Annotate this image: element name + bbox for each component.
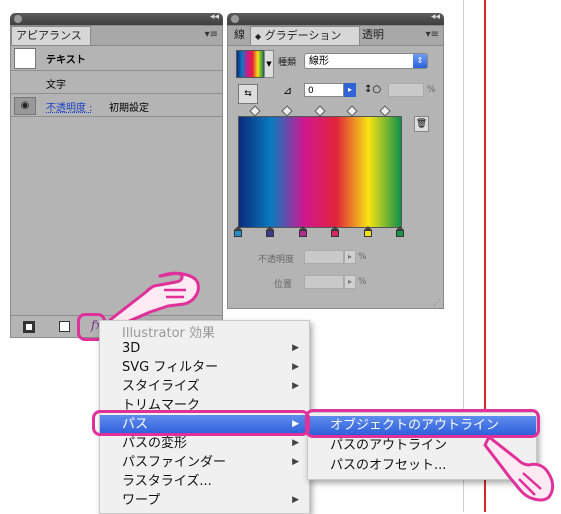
appearance-row-opacity[interactable]: ◉ 不透明度 : 初期設定 — [11, 94, 222, 117]
angle-icon: ⊿ — [283, 84, 293, 97]
appearance-row-label: 文字 — [46, 80, 66, 91]
menu-item[interactable]: 3D ▶ — [100, 339, 309, 358]
stop-location-input[interactable] — [304, 275, 344, 289]
pointing-hand-icon — [108, 271, 200, 326]
tab-appearance[interactable]: アピアランス — [11, 26, 91, 45]
panel-menu-icon[interactable]: ▾≡ — [205, 29, 218, 40]
opacity-label: 不透明度 — [258, 255, 295, 265]
pointing-hand-icon — [483, 435, 555, 502]
gradient-panel: 線 ◆ グラデーション 透明 ▾≡ ▼ 種類 線形 ⇕ ⇆ ⊿ 0 ▸ ↕○ %… — [227, 25, 444, 309]
menu-item-label: SVG フィルター — [122, 360, 219, 375]
menu-item[interactable]: ワープ ▶ — [100, 491, 309, 510]
gradient-midpoint[interactable] — [346, 105, 358, 117]
menu-item[interactable]: パスの変形 ▶ — [100, 434, 309, 453]
reverse-gradient-icon[interactable]: ⇆ — [238, 84, 258, 104]
menu-item-label: パスファインダー — [122, 455, 227, 470]
panel-collapse-icon[interactable]: ◂◂ — [210, 12, 219, 22]
location-label: 位置 — [274, 280, 293, 290]
text-thumbnail — [14, 48, 36, 69]
gradient-preview-bar — [238, 116, 402, 228]
appearance-row-characters[interactable]: 文字 — [11, 71, 222, 94]
gradient-stop[interactable] — [298, 226, 307, 237]
tab-stroke[interactable]: 線 — [230, 26, 249, 44]
gradient-stop[interactable] — [396, 226, 404, 237]
gradient-stop[interactable] — [266, 226, 275, 237]
opacity-percent: % — [358, 252, 367, 262]
menu-item[interactable]: SVG フィルター ▶ — [100, 358, 309, 377]
gradient-midpoint[interactable] — [378, 105, 391, 117]
stop-location-stepper[interactable]: ▸ — [344, 275, 356, 289]
panel-close-icon[interactable] — [14, 15, 22, 23]
menu-item-label: 3D — [122, 341, 141, 356]
gradient-midpoint[interactable] — [249, 105, 261, 117]
clear-appearance-icon[interactable] — [23, 321, 35, 333]
menu-item-label: ラスタライズ... — [122, 474, 212, 489]
submenu-arrow-icon: ▶ — [292, 438, 299, 448]
appearance-row-text[interactable]: テキスト — [11, 46, 222, 71]
menu-item[interactable]: ラスタライズ... — [100, 472, 309, 491]
type-label: 種類 — [278, 58, 297, 68]
gradient-midpoint[interactable] — [281, 105, 294, 117]
appearance-tabstrip: アピアランス ▾≡ — [11, 26, 222, 46]
select-arrows-icon: ⇕ — [413, 54, 427, 68]
gradient-tabstrip: 線 ◆ グラデーション 透明 ▾≡ — [228, 26, 443, 46]
gradient-panel-titlebar[interactable]: ◂◂ — [227, 12, 444, 25]
menu-item[interactable]: スタイライズ ▶ — [100, 377, 309, 396]
submenu-arrow-icon: ▶ — [292, 381, 299, 391]
aspect-ratio-icon: ↕○ — [364, 84, 382, 95]
gradient-swatch[interactable] — [236, 50, 264, 78]
gradient-stop[interactable] — [363, 226, 372, 237]
gradient-stop[interactable] — [331, 226, 340, 237]
location-percent: % — [358, 277, 367, 287]
menu-item-label: ワープ — [122, 493, 161, 508]
panel-collapse-icon[interactable]: ◂◂ — [431, 12, 440, 22]
submenu-arrow-icon: ▶ — [292, 362, 299, 372]
gradient-swatch-dropdown[interactable]: ▼ — [264, 50, 274, 78]
opacity-value: 初期設定 — [109, 103, 149, 114]
submenu-item-label: パスのオフセット... — [330, 458, 447, 473]
panel-close-icon[interactable] — [231, 15, 239, 23]
angle-stepper-button[interactable]: ▸ — [344, 83, 356, 97]
stop-opacity-input[interactable] — [304, 250, 344, 264]
submenu-item-label: パスのアウトライン — [330, 438, 448, 453]
new-stroke-icon[interactable] — [59, 321, 70, 332]
gradient-stop[interactable] — [234, 226, 242, 237]
menu-item[interactable]: パスファインダー ▶ — [100, 453, 309, 472]
path-item-highlight — [92, 410, 310, 436]
resize-grip-icon[interactable]: ⋰ — [433, 298, 441, 307]
tab-transparency[interactable]: 透明 — [358, 26, 388, 44]
appearance-panel-titlebar[interactable]: ◂◂ — [10, 12, 223, 25]
aspect-percent: % — [427, 85, 436, 95]
tab-gradient-label: グラデーション — [264, 29, 342, 42]
submenu-arrow-icon: ▶ — [292, 343, 299, 353]
gradient-midpoint[interactable] — [314, 105, 326, 117]
tab-gradient[interactable]: ◆ グラデーション — [250, 26, 360, 45]
angle-input[interactable]: 0 — [304, 83, 344, 97]
stop-opacity-stepper[interactable]: ▸ — [344, 250, 356, 264]
submenu-arrow-icon: ▶ — [292, 495, 299, 505]
menu-item-label: パスの変形 — [122, 436, 188, 451]
menu-item-label: スタイライズ — [122, 379, 200, 394]
aspect-ratio-input[interactable] — [388, 83, 424, 97]
appearance-row-label: テキスト — [46, 55, 86, 66]
delete-stop-icon[interactable]: 🗑 — [414, 116, 429, 132]
submenu-arrow-icon: ▶ — [292, 457, 299, 467]
type-select-value: 線形 — [309, 56, 329, 67]
type-select[interactable]: 線形 ⇕ — [304, 53, 428, 69]
tab-arrows-icon: ◆ — [255, 32, 262, 41]
visibility-eye-icon[interactable]: ◉ — [14, 97, 36, 115]
opacity-link[interactable]: 不透明度 : — [46, 99, 93, 114]
panel-menu-icon[interactable]: ▾≡ — [426, 29, 439, 40]
